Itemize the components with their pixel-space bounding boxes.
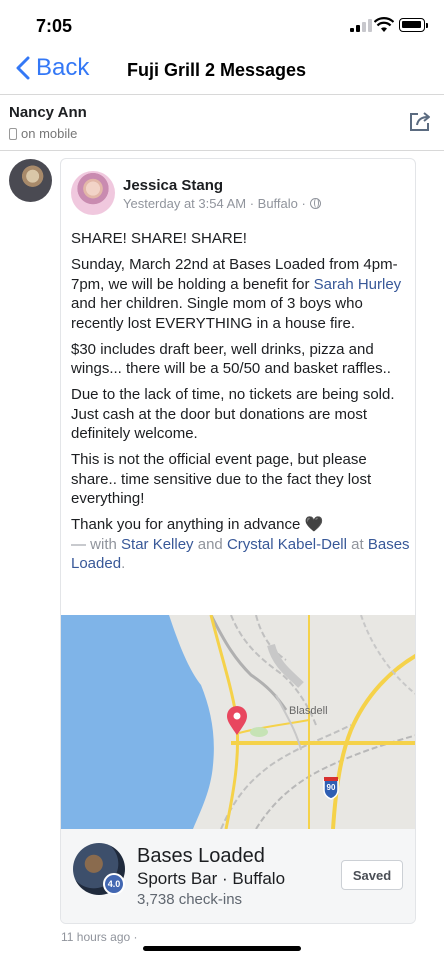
post-paragraph: SHARE! SHARE! SHARE! [71,230,247,247]
mobile-phone-icon [9,127,17,140]
globe-icon [309,198,321,209]
contact-status: on mobile [9,126,77,141]
post-timestamp-location: Yesterday at 3:54 AM · Buffalo · [123,196,306,211]
post-body: SHARE! SHARE! SHARE! Sunday, March 22nd … [71,229,411,580]
post-paragraph: This is not the official event page, but… [71,451,372,507]
with-prefix: — with [71,535,122,553]
home-indicator[interactable] [143,946,301,951]
post-paragraph: $30 includes draft beer, well drinks, pi… [71,340,391,378]
back-button[interactable]: Back [16,54,89,82]
sender-avatar[interactable] [9,159,52,202]
location-map[interactable]: Blasdell 90 [61,615,415,829]
navigation-bar: Back Fuji Grill 2 Messages [0,52,444,94]
contact-status-label: on mobile [21,126,78,141]
place-category: Sports Bar · Buffalo [137,869,286,888]
saved-button[interactable]: Saved [341,860,403,890]
cellular-signal-icon [350,19,372,32]
battery-icon [399,18,428,32]
post-paragraph: Due to the lack of time, no tickets are … [71,386,395,442]
post-paragraph: Thank you for anything in advance 🖤 — wi… [71,515,411,574]
chevron-left-icon [16,56,30,80]
back-label: Back [36,54,90,81]
rating-badge: 4.0 [103,873,125,895]
wifi-icon [374,17,394,32]
map-graphic [61,615,415,829]
map-place-label: Blasdell [289,705,328,717]
status-time: 7:05 [36,16,73,36]
post-paragraph: Sunday, March 22nd at Bases Loaded from … [71,255,411,333]
place-name[interactable]: Bases Loaded [137,845,265,868]
nav-divider [0,94,444,95]
place-checkins: 3,738 check-ins [137,891,243,908]
status-bar: 7:05 [0,0,444,50]
tagged-friend-link[interactable]: Star Kelley [121,536,194,553]
post-text: Thank you for anything in advance [71,516,301,533]
shared-post-card[interactable]: Jessica Stang Yesterday at 3:54 AM · Buf… [60,158,416,924]
message-timestamp: 11 hours ago · [61,930,138,944]
post-text: and her children. Single mom of 3 boys w… [71,295,363,332]
contact-divider [0,150,444,151]
tagged-person-link[interactable]: Sarah Hurley [314,276,402,293]
tagged-friend-link[interactable]: Crystal Kabel-Dell [227,536,347,553]
period-text: . [121,555,126,572]
contact-name: Nancy Ann [9,104,87,121]
post-meta: Yesterday at 3:54 AM · Buffalo · [123,196,321,211]
and-text: and [193,535,227,553]
place-card[interactable]: 4.0 Bases Loaded Sports Bar · Buffalo 3,… [61,829,415,923]
author-name[interactable]: Jessica Stang [123,177,223,194]
highway-shield-label: 90 [326,783,336,792]
share-icon[interactable] [408,110,432,132]
at-text: at [346,535,368,553]
black-heart-emoji: 🖤 [304,516,324,533]
author-avatar[interactable] [71,171,115,215]
nav-title: Fuji Grill 2 Messages [127,60,307,80]
